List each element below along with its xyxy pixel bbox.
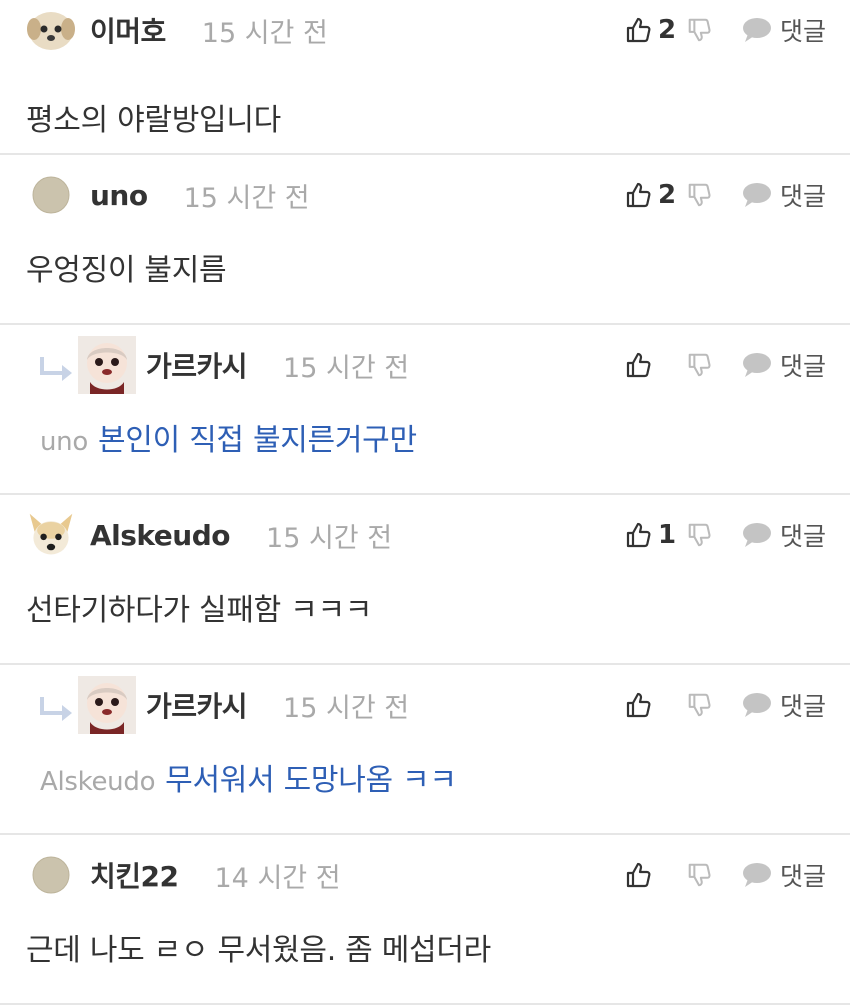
comment-actions: 댓글 <box>624 845 826 905</box>
thumbs-up-icon <box>624 181 652 209</box>
comment-time: 15 시간 전 <box>183 182 310 214</box>
default-circle-avatar[interactable] <box>26 850 76 900</box>
comment-author[interactable]: Alskeudo <box>90 519 231 552</box>
reply-label: 댓글 <box>779 522 826 551</box>
speech-bubble-icon <box>742 692 772 718</box>
like-button[interactable]: 2 <box>624 180 686 210</box>
speech-bubble-icon <box>742 862 772 888</box>
comment-author[interactable]: 가르카시 <box>146 345 248 385</box>
comment-body: uno 본인이 직접 불지른거구만 <box>40 415 417 459</box>
speech-bubble-icon <box>742 17 772 43</box>
comment-body: 평소의 야랄방입니다 <box>26 103 281 138</box>
comment-time: 15 시간 전 <box>283 692 410 724</box>
comment-author[interactable]: uno <box>90 179 148 212</box>
comment-item: 치킨22 14 시간 전 댓글 근데 나도 ㄹㅇ 무서웠음. 좀 메섭더라 <box>0 835 850 1005</box>
reply-text: 무서워서 도망나옴 ㅋㅋ <box>165 763 457 798</box>
comment-author[interactable]: 치킨22 <box>90 855 179 895</box>
comment-actions: 2 댓글 <box>624 0 826 60</box>
thumbs-up-icon <box>624 16 652 44</box>
reply-button[interactable]: 댓글 <box>742 12 826 48</box>
comment-item: Alskeudo 15 시간 전 1 댓글 선타기하다가 실패함 ㅋㅋㅋ <box>0 495 850 665</box>
comment-actions: 1 댓글 <box>624 505 826 565</box>
speech-bubble-icon <box>742 352 772 378</box>
dislike-button[interactable] <box>686 182 742 208</box>
reply-button[interactable]: 댓글 <box>742 517 826 553</box>
thumbs-down-icon <box>686 522 712 548</box>
comment-item: 이머호 15 시간 전 2 댓글 평소의 야랄방입니다 <box>0 0 850 155</box>
reply-arrow-icon <box>38 695 76 725</box>
reply-label: 댓글 <box>779 182 826 211</box>
like-button[interactable]: 2 <box>624 15 686 45</box>
comment-time: 15 시간 전 <box>266 522 393 554</box>
like-button[interactable]: 1 <box>624 520 686 550</box>
reply-label: 댓글 <box>779 352 826 381</box>
reply-label: 댓글 <box>779 692 826 721</box>
thumbs-down-icon <box>686 862 712 888</box>
like-count: 1 <box>657 520 677 550</box>
comment-actions: 2 댓글 <box>624 165 826 225</box>
comment-body: 근데 나도 ㄹㅇ 무서웠음. 좀 메섭더라 <box>26 933 491 968</box>
comment-item: uno 15 시간 전 2 댓글 우엉징이 불지름 <box>0 155 850 325</box>
comment-author[interactable]: 가르카시 <box>146 685 248 725</box>
comment-time: 15 시간 전 <box>201 17 328 49</box>
reply-button[interactable]: 댓글 <box>742 177 826 213</box>
like-button[interactable] <box>624 861 686 889</box>
dislike-button[interactable] <box>686 522 742 548</box>
reply-item: 가르카시 15 시간 전 댓글 Alskeudo 무서워서 도망나옴 ㅋㅋ <box>0 665 850 835</box>
speech-bubble-icon <box>742 182 772 208</box>
comment-author[interactable]: 이머호 <box>90 10 166 50</box>
thumbs-down-icon <box>686 352 712 378</box>
dislike-button[interactable] <box>686 352 742 378</box>
doll-avatar[interactable] <box>78 336 136 394</box>
dog-face-avatar[interactable] <box>26 5 76 55</box>
comment-body: 우엉징이 불지름 <box>26 253 227 288</box>
reply-label: 댓글 <box>779 862 826 891</box>
mention-username[interactable]: Alskeudo <box>40 767 155 797</box>
reply-text: 본인이 직접 불지른거구만 <box>97 423 417 458</box>
default-circle-avatar[interactable] <box>26 170 76 220</box>
thumbs-down-icon <box>686 692 712 718</box>
reply-button[interactable]: 댓글 <box>742 347 826 383</box>
like-button[interactable] <box>624 351 686 379</box>
reply-label: 댓글 <box>779 17 826 46</box>
thumbs-up-icon <box>624 351 652 379</box>
doll-avatar[interactable] <box>78 676 136 734</box>
comment-time: 14 시간 전 <box>214 862 341 894</box>
thumbs-down-icon <box>686 182 712 208</box>
reply-button[interactable]: 댓글 <box>742 687 826 723</box>
reply-arrow-icon <box>38 355 76 385</box>
like-count: 2 <box>657 180 677 210</box>
mention-username[interactable]: uno <box>40 427 88 457</box>
thumbs-up-icon <box>624 691 652 719</box>
comment-actions: 댓글 <box>624 675 826 735</box>
reply-item: 가르카시 15 시간 전 댓글 uno 본인이 직접 불지른거구만 <box>0 325 850 495</box>
like-button[interactable] <box>624 691 686 719</box>
chihuahua-avatar[interactable] <box>26 510 76 560</box>
thumbs-down-icon <box>686 17 712 43</box>
comment-actions: 댓글 <box>624 335 826 395</box>
thumbs-up-icon <box>624 861 652 889</box>
dislike-button[interactable] <box>686 862 742 888</box>
comment-body: Alskeudo 무서워서 도망나옴 ㅋㅋ <box>40 755 457 799</box>
dislike-button[interactable] <box>686 692 742 718</box>
comment-list: 이머호 15 시간 전 2 댓글 평소의 야랄방입니다 uno 15 시간 전 … <box>0 0 850 1005</box>
reply-button[interactable]: 댓글 <box>742 857 826 893</box>
comment-body: 선타기하다가 실패함 ㅋㅋㅋ <box>26 593 373 628</box>
comment-time: 15 시간 전 <box>283 352 410 384</box>
thumbs-up-icon <box>624 521 652 549</box>
dislike-button[interactable] <box>686 17 742 43</box>
speech-bubble-icon <box>742 522 772 548</box>
like-count: 2 <box>657 15 677 45</box>
